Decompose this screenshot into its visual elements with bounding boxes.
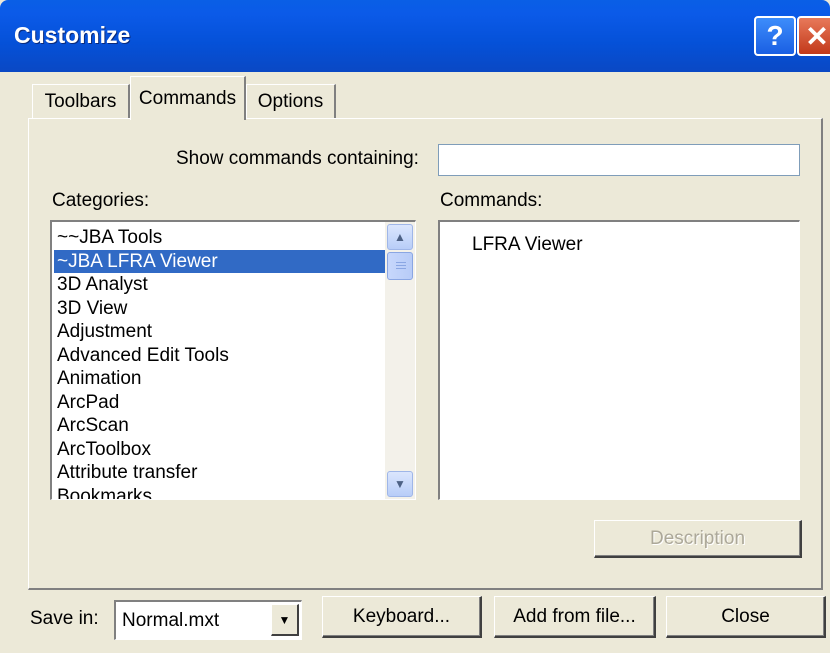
- add-from-file-button[interactable]: Add from file...: [494, 596, 656, 638]
- categories-label: Categories:: [52, 190, 150, 211]
- close-button[interactable]: Close: [666, 596, 826, 638]
- grip-line: [396, 268, 406, 269]
- title-bar[interactable]: Customize ? ✕: [0, 0, 830, 72]
- save-in-select[interactable]: Normal.mxt ▼: [114, 600, 302, 640]
- tab-commands[interactable]: Commands: [130, 76, 246, 120]
- tab-options[interactable]: Options: [246, 84, 336, 118]
- keyboard-button[interactable]: Keyboard...: [322, 596, 482, 638]
- arrow-up-icon: ▲: [394, 230, 406, 244]
- search-label: Show commands containing:: [176, 148, 419, 169]
- commands-list[interactable]: LFRA Viewer: [438, 220, 800, 500]
- search-input[interactable]: [438, 144, 800, 176]
- list-item-selected[interactable]: ~JBA LFRA Viewer: [54, 249, 386, 273]
- chevron-down-icon: ▼: [278, 612, 291, 627]
- window-title: Customize: [14, 22, 131, 48]
- save-in-value: Normal.mxt: [122, 610, 220, 631]
- list-item[interactable]: ArcPad: [54, 391, 386, 415]
- grip-line: [396, 265, 406, 266]
- save-in-label: Save in:: [30, 608, 99, 629]
- description-button[interactable]: Description: [594, 520, 802, 558]
- categories-scrollbar[interactable]: ▲ ▼: [385, 222, 415, 499]
- list-item[interactable]: 3D View: [54, 297, 386, 321]
- list-item[interactable]: 3D Analyst: [54, 273, 386, 297]
- list-item[interactable]: Bookmarks: [54, 485, 386, 500]
- tab-toolbars[interactable]: Toolbars: [32, 84, 130, 118]
- scroll-thumb[interactable]: [387, 252, 413, 280]
- close-icon: ✕: [805, 20, 829, 52]
- list-item[interactable]: ~~JBA Tools: [54, 226, 386, 250]
- command-item[interactable]: LFRA Viewer: [472, 234, 583, 256]
- list-item[interactable]: ArcScan: [54, 414, 386, 438]
- close-window-button[interactable]: ✕: [797, 16, 830, 56]
- list-item[interactable]: Advanced Edit Tools: [54, 344, 386, 368]
- grip-line: [396, 262, 406, 263]
- list-item[interactable]: Adjustment: [54, 320, 386, 344]
- categories-list[interactable]: ~~JBA Tools ~JBA LFRA Viewer 3D Analyst …: [50, 220, 416, 500]
- commands-label: Commands:: [440, 190, 543, 211]
- scroll-down-button[interactable]: ▼: [387, 471, 413, 497]
- arrow-down-icon: ▼: [394, 477, 406, 491]
- dropdown-button[interactable]: ▼: [271, 604, 299, 636]
- list-item[interactable]: ArcToolbox: [54, 438, 386, 462]
- list-item[interactable]: Attribute transfer: [54, 461, 386, 485]
- scroll-up-button[interactable]: ▲: [387, 224, 413, 250]
- help-icon: ?: [766, 20, 784, 51]
- help-button[interactable]: ?: [754, 16, 796, 56]
- list-item[interactable]: Animation: [54, 367, 386, 391]
